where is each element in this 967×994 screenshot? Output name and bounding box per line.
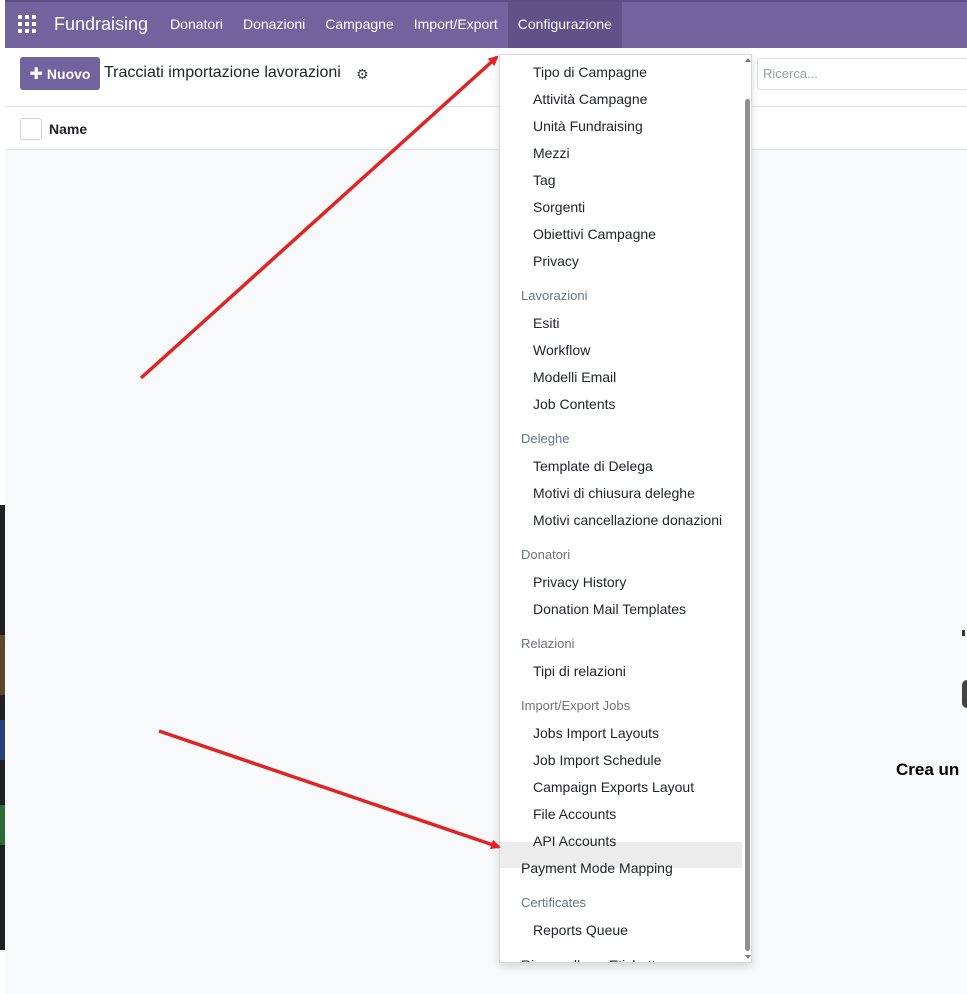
annotation-arrows bbox=[139, 55, 501, 850]
annotation-arrow-bottom bbox=[158, 729, 501, 850]
annotation-arrow-top bbox=[139, 55, 499, 380]
